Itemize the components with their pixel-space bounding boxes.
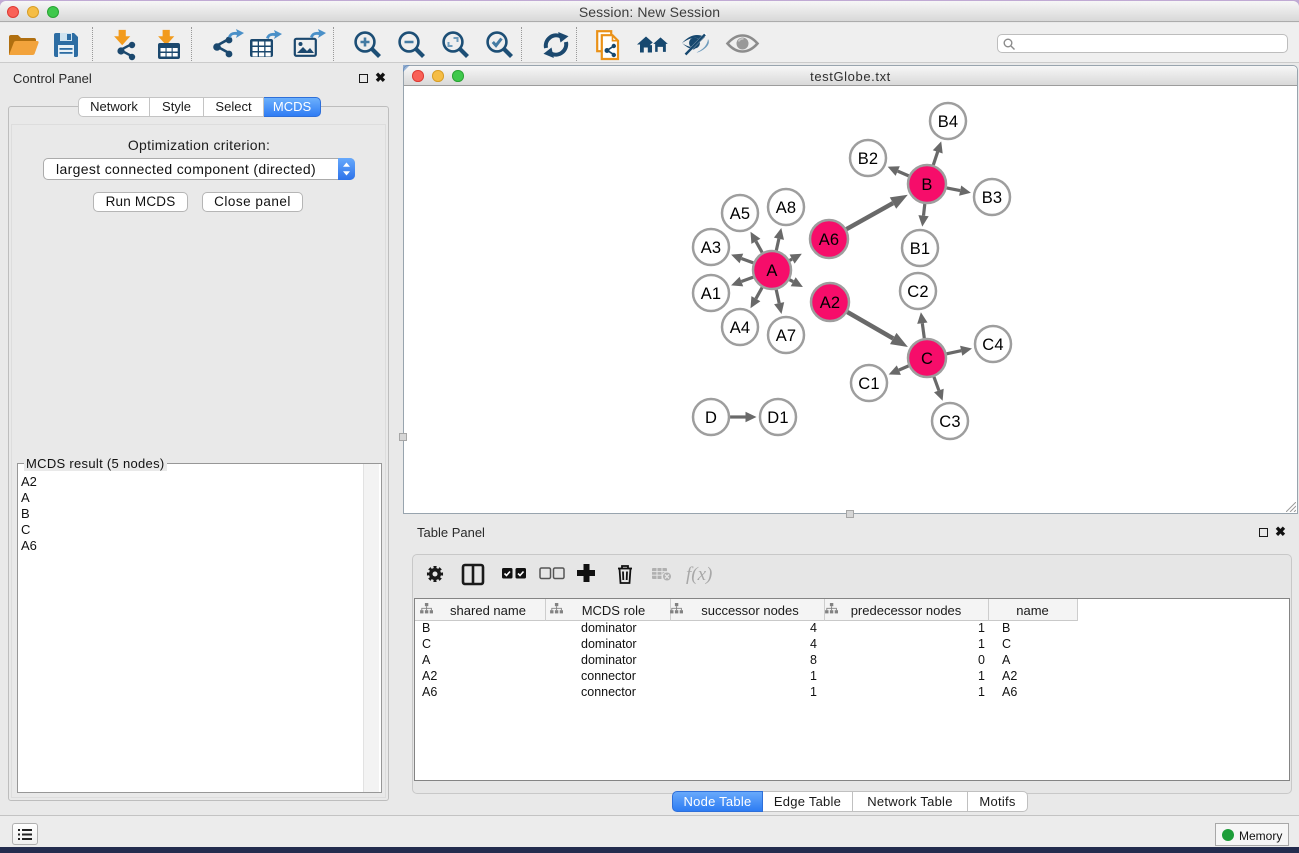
svg-text:D: D xyxy=(705,409,717,427)
svg-text:A6: A6 xyxy=(819,231,840,249)
svg-text:D1: D1 xyxy=(767,409,789,427)
svg-text:B1: B1 xyxy=(910,240,931,258)
svg-text:f(x): f(x) xyxy=(686,564,712,585)
svg-text:C3: C3 xyxy=(939,413,961,431)
svg-text:A: A xyxy=(766,262,777,280)
svg-text:A7: A7 xyxy=(776,327,797,345)
svg-text:A1: A1 xyxy=(701,285,722,303)
svg-text:C2: C2 xyxy=(907,283,929,301)
svg-text:C1: C1 xyxy=(858,375,880,393)
svg-text:A3: A3 xyxy=(701,239,722,257)
svg-text:A8: A8 xyxy=(776,199,797,217)
svg-text:A5: A5 xyxy=(730,205,751,223)
svg-text:A4: A4 xyxy=(730,319,751,337)
svg-text:B3: B3 xyxy=(982,189,1003,207)
svg-text:C4: C4 xyxy=(982,336,1004,354)
svg-text:B4: B4 xyxy=(938,113,959,131)
svg-text:B: B xyxy=(921,176,932,194)
svg-text:C: C xyxy=(921,350,933,368)
svg-text:A2: A2 xyxy=(820,294,841,312)
svg-text:B2: B2 xyxy=(858,150,879,168)
